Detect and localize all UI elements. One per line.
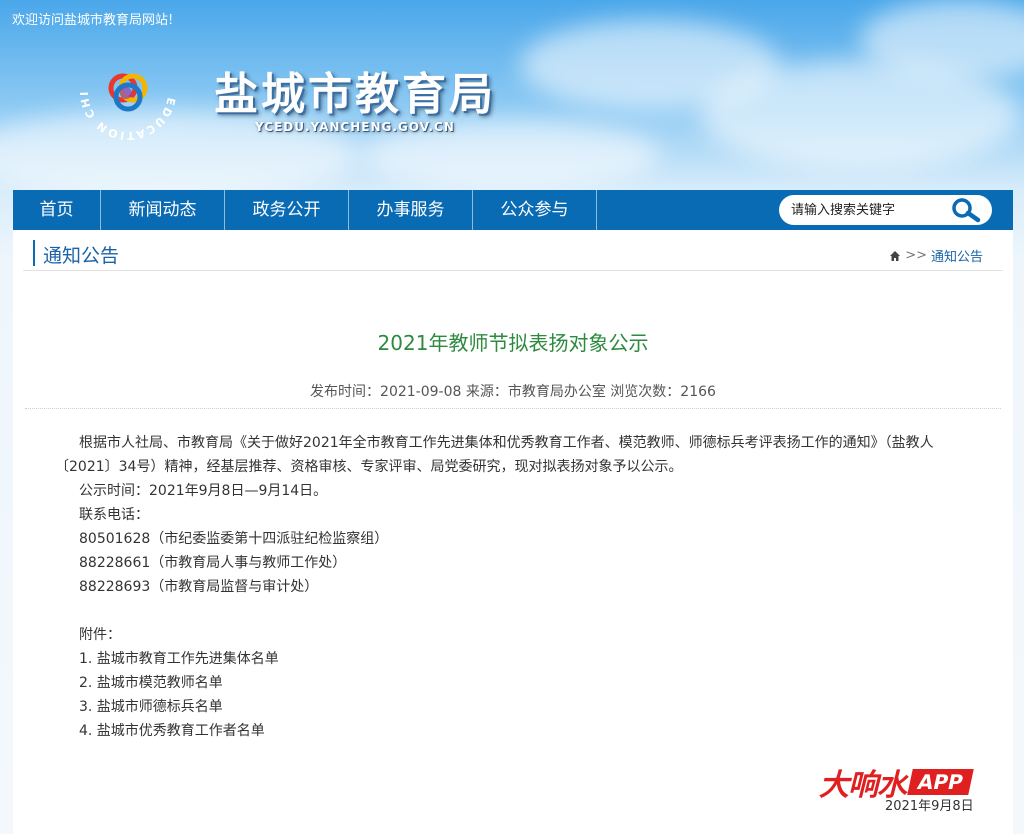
site-title[interactable]: 盐城市教育局 (214, 58, 496, 122)
search-icon[interactable] (949, 197, 983, 223)
contact-label: 联系电话： (79, 507, 149, 523)
nav-item-home[interactable]: 首页 (13, 190, 101, 230)
article-body: 根据市人社局、市教育局《关于做好2021年全市教育工作先进集体和优秀教育工作者、… (55, 431, 955, 743)
search-input[interactable] (791, 199, 941, 221)
attachment-link[interactable]: 2. 盐城市模范教师名单 (55, 671, 955, 695)
search-box (779, 195, 992, 225)
article-meta: 发布时间：2021-09-08 来源：市教育局办公室 浏览次数：2166 (310, 384, 716, 400)
section-accent-bar (33, 240, 35, 266)
breadcrumb-current[interactable]: 通知公告 (931, 246, 983, 265)
article-footer-date: 2021年9月8日 (885, 799, 974, 814)
section-title: 通知公告 (43, 245, 120, 267)
nav-item-participation[interactable]: 公众参与 (473, 190, 597, 230)
logo-emblem[interactable]: EDUCATION CHINA YANCHENG (78, 42, 178, 142)
nav-item-government[interactable]: 政务公开 (225, 190, 349, 230)
site-url: YCEDU.YANCHENG.GOV.CN (255, 120, 455, 134)
breadcrumb-separator: >> (905, 248, 927, 263)
article-title: 2021年教师节拟表扬对象公示 (377, 331, 649, 355)
watermark-app: APP (907, 769, 974, 795)
breadcrumb: >> 通知公告 (889, 246, 983, 265)
content-panel: 通知公告 >> 通知公告 2021年教师节拟表扬对象公示 发布时间：2021-0… (13, 230, 1013, 834)
attachment-label: 附件： (79, 627, 121, 643)
home-icon[interactable] (889, 250, 901, 262)
nav-item-news[interactable]: 新闻动态 (101, 190, 225, 230)
welcome-text: 欢迎访问盐城市教育局网站! (12, 13, 174, 28)
contact-phone: 88228661（市教育局人事与教师工作处） (79, 555, 347, 571)
attachment-link[interactable]: 3. 盐城市师德标兵名单 (55, 695, 955, 719)
article-divider (25, 408, 1001, 409)
article-period: 公示时间：2021年9月8日—9月14日。 (79, 483, 328, 499)
main-nav: 首页 新闻动态 政务公开 办事服务 公众参与 (13, 190, 1013, 230)
attachment-link[interactable]: 4. 盐城市优秀教育工作者名单 (55, 719, 955, 743)
contact-phone: 80501628（市纪委监委第十四派驻纪检监察组） (79, 531, 389, 547)
section-header: 通知公告 >> 通知公告 (23, 230, 1003, 271)
article-intro: 根据市人社局、市教育局《关于做好2021年全市教育工作先进集体和优秀教育工作者、… (55, 435, 934, 475)
attachment-link[interactable]: 1. 盐城市教育工作先进集体名单 (55, 647, 955, 671)
nav-item-services[interactable]: 办事服务 (349, 190, 473, 230)
contact-phone: 88228693（市教育局监督与审计处） (79, 579, 319, 595)
